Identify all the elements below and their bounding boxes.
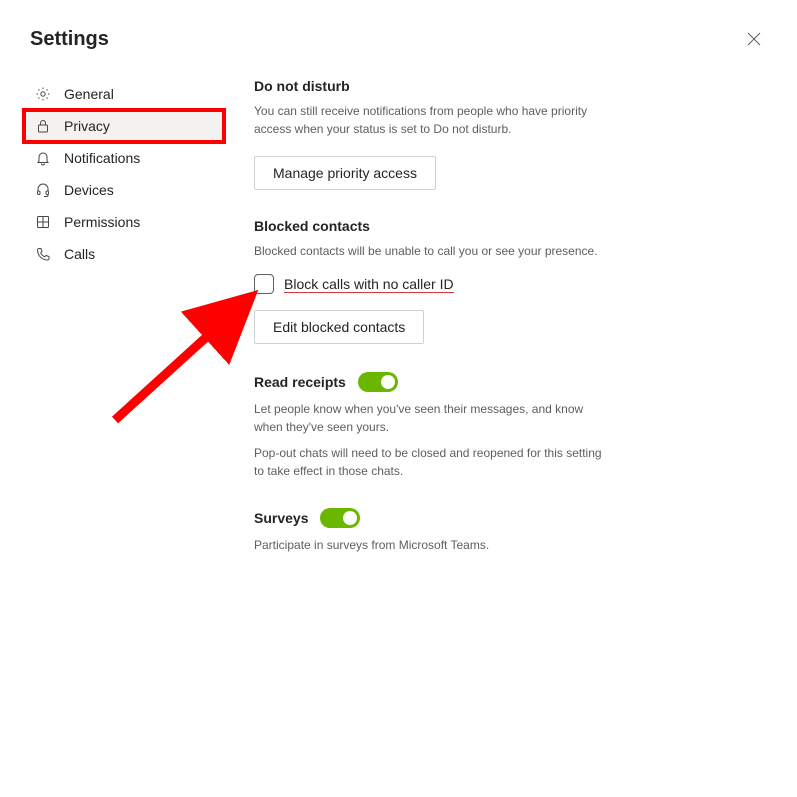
sidebar-item-privacy[interactable]: Privacy xyxy=(24,110,224,142)
headset-icon xyxy=(34,181,52,199)
block-no-caller-id-label[interactable]: Block calls with no caller ID xyxy=(284,276,454,293)
sidebar-item-label: Devices xyxy=(64,182,114,198)
sidebar-item-devices[interactable]: Devices xyxy=(24,174,224,206)
blocked-description: Blocked contacts will be unable to call … xyxy=(254,242,609,260)
read-receipts-description-2: Pop-out chats will need to be closed and… xyxy=(254,444,609,480)
sidebar-item-general[interactable]: General xyxy=(24,78,224,110)
close-icon xyxy=(747,32,761,46)
section-do-not-disturb: Do not disturb You can still receive not… xyxy=(254,78,609,190)
sidebar-item-label: Notifications xyxy=(64,150,140,166)
block-no-caller-id-row: Block calls with no caller ID xyxy=(254,274,609,294)
sidebar-item-label: Calls xyxy=(64,246,95,262)
section-read-receipts: Read receipts Let people know when you'v… xyxy=(254,372,609,480)
phone-icon xyxy=(34,245,52,263)
sidebar-item-notifications[interactable]: Notifications xyxy=(24,142,224,174)
blocked-heading: Blocked contacts xyxy=(254,218,609,234)
block-no-caller-id-checkbox[interactable] xyxy=(254,274,274,294)
read-receipts-toggle[interactable] xyxy=(358,372,398,392)
sidebar-item-label: Permissions xyxy=(64,214,140,230)
close-button[interactable] xyxy=(741,28,767,54)
annotation-red-box xyxy=(22,108,226,144)
sidebar-item-calls[interactable]: Calls xyxy=(24,238,224,270)
gear-icon xyxy=(34,85,52,103)
dnd-heading: Do not disturb xyxy=(254,78,609,94)
page-title: Settings xyxy=(30,28,109,51)
dnd-description: You can still receive notifications from… xyxy=(254,102,609,138)
surveys-toggle[interactable] xyxy=(320,508,360,528)
sidebar-item-label: Privacy xyxy=(64,118,110,134)
manage-priority-access-button[interactable]: Manage priority access xyxy=(254,156,436,190)
read-receipts-description-1: Let people know when you've seen their m… xyxy=(254,400,609,436)
sidebar-item-label: General xyxy=(64,86,114,102)
section-surveys: Surveys Participate in surveys from Micr… xyxy=(254,508,609,554)
edit-blocked-contacts-button[interactable]: Edit blocked contacts xyxy=(254,310,424,344)
section-blocked-contacts: Blocked contacts Blocked contacts will b… xyxy=(254,218,609,344)
surveys-description: Participate in surveys from Microsoft Te… xyxy=(254,536,609,554)
bell-icon xyxy=(34,149,52,167)
main-panel: Do not disturb You can still receive not… xyxy=(254,72,699,582)
sidebar-item-permissions[interactable]: Permissions xyxy=(24,206,224,238)
package-icon xyxy=(34,213,52,231)
sidebar: General Privacy Notifications Devices xyxy=(24,72,224,582)
surveys-heading: Surveys xyxy=(254,510,308,526)
read-receipts-heading: Read receipts xyxy=(254,374,346,390)
lock-icon xyxy=(34,117,52,135)
